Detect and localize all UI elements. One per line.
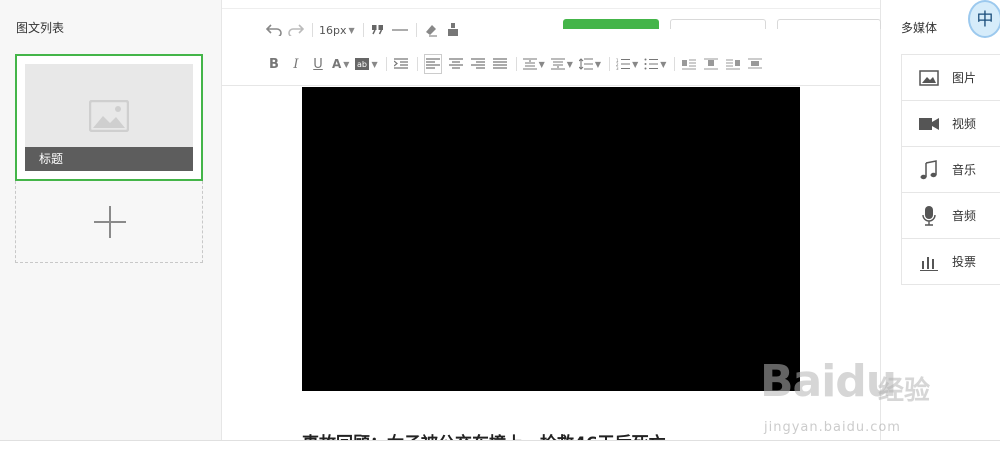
multimedia-panel-title: 多媒体 <box>901 21 938 35</box>
font-size-value: 16px <box>319 23 347 37</box>
music-icon <box>918 159 940 181</box>
microphone-icon <box>918 205 940 227</box>
svg-text:3: 3 <box>616 66 619 70</box>
blockquote-icon[interactable] <box>370 20 386 40</box>
toolbar-divider <box>415 23 417 37</box>
article-list-title: 图文列表 <box>16 21 65 35</box>
background-color-icon[interactable]: ab ▼ <box>355 54 378 74</box>
float-center-icon[interactable] <box>747 54 763 74</box>
article-card-selected[interactable]: 标题 <box>15 54 203 181</box>
toolbar-divider <box>362 23 364 37</box>
media-item-video[interactable]: 视频 <box>902 101 1000 147</box>
font-color-icon[interactable]: A ▼ <box>332 54 349 74</box>
toolbar-divider <box>312 23 313 37</box>
toolbar-divider <box>416 57 418 71</box>
align-left-icon[interactable] <box>423 54 442 74</box>
eraser-icon[interactable] <box>423 20 439 40</box>
ime-indicator[interactable]: 中 <box>968 0 1000 38</box>
media-item-label: 音频 <box>952 209 977 223</box>
line-height-icon[interactable]: ▼ <box>578 54 601 74</box>
paragraph-spacing-bottom-icon[interactable]: ▼ <box>550 54 573 74</box>
baidu-jingyan-watermark: Baidu 经验 jingyan.baidu.com <box>760 356 950 436</box>
embedded-video[interactable] <box>302 87 800 391</box>
add-article-button[interactable] <box>15 181 203 263</box>
multimedia-list: 图片 视频 音乐 音频 投票 <box>901 54 1000 285</box>
video-icon <box>918 113 940 135</box>
unordered-list-icon[interactable]: ▼ <box>644 54 666 74</box>
plus-icon-vertical <box>109 206 111 238</box>
chevron-down-icon: ▼ <box>348 25 355 35</box>
send-button[interactable] <box>777 19 881 29</box>
image-placeholder-icon <box>88 99 130 136</box>
watermark-brand: Baidu <box>760 356 897 407</box>
watermark-brand-cn: 经验 <box>878 376 931 406</box>
align-center-icon[interactable] <box>448 54 464 74</box>
media-item-label: 图片 <box>952 71 977 85</box>
svg-text:ab: ab <box>357 60 367 69</box>
watermark-url: jingyan.baidu.com <box>764 420 901 435</box>
media-item-image[interactable]: 图片 <box>902 55 1000 101</box>
media-item-poll[interactable]: 投票 <box>902 239 1000 285</box>
horizontal-rule-icon[interactable] <box>391 20 408 40</box>
font-size-select[interactable]: 16px ▼ <box>319 20 355 40</box>
save-button[interactable] <box>563 19 659 29</box>
paragraph-spacing-top-icon[interactable]: ▼ <box>522 54 545 74</box>
indent-icon[interactable] <box>393 54 409 74</box>
image-icon <box>918 67 940 89</box>
align-right-icon[interactable] <box>470 54 486 74</box>
toolbar-divider <box>515 57 517 71</box>
float-left-icon[interactable] <box>681 54 697 74</box>
toolbar-divider <box>385 57 387 71</box>
media-item-music[interactable]: 音乐 <box>902 147 1000 193</box>
media-item-audio[interactable]: 音频 <box>902 193 1000 239</box>
italic-icon[interactable]: I <box>288 54 304 74</box>
article-card-title: 标题 <box>25 147 193 171</box>
bold-icon[interactable]: B <box>266 54 282 74</box>
float-none-icon[interactable] <box>703 54 719 74</box>
media-item-label: 音乐 <box>952 163 977 177</box>
redo-icon[interactable] <box>288 20 304 40</box>
toolbar-divider <box>674 57 676 71</box>
align-justify-icon[interactable] <box>492 54 508 74</box>
toolbar-divider <box>609 57 611 71</box>
preview-button[interactable] <box>670 19 766 29</box>
format-painter-icon[interactable] <box>445 20 461 40</box>
bottom-action-bar <box>0 440 1000 465</box>
underline-icon[interactable]: U <box>310 54 326 74</box>
article-list-panel: 图文列表 标题 <box>0 0 222 440</box>
undo-icon[interactable] <box>266 20 282 40</box>
media-item-label: 视频 <box>952 117 977 131</box>
media-item-label: 投票 <box>952 255 977 269</box>
float-right-icon[interactable] <box>725 54 741 74</box>
poll-icon <box>918 251 940 273</box>
ordered-list-icon[interactable]: 1 2 3 ▼ <box>616 54 638 74</box>
